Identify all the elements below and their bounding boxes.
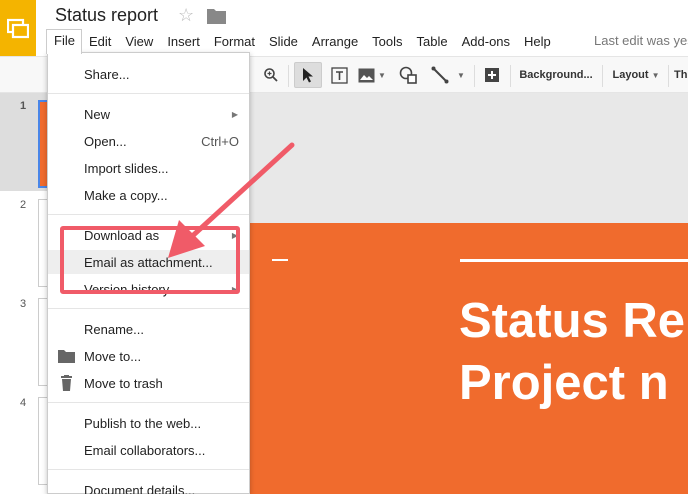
submenu-arrow-icon: ▶ bbox=[231, 109, 238, 119]
menu-file[interactable]: File bbox=[46, 28, 82, 54]
menu-edit[interactable]: Edit bbox=[89, 30, 111, 53]
menu-separator bbox=[48, 214, 249, 215]
menu-item-make-copy[interactable]: Make a copy... bbox=[48, 183, 249, 207]
menu-tools[interactable]: Tools bbox=[372, 30, 402, 53]
toolbar-separator bbox=[668, 65, 669, 87]
slides-logo[interactable] bbox=[0, 0, 36, 56]
menu-help[interactable]: Help bbox=[524, 30, 551, 53]
menu-item-label: Share... bbox=[84, 66, 130, 82]
text-box-button[interactable] bbox=[327, 62, 351, 88]
menu-item-rename[interactable]: Rename... bbox=[48, 317, 249, 341]
menu-insert[interactable]: Insert bbox=[167, 30, 200, 53]
background-button[interactable]: Background... bbox=[514, 62, 598, 88]
menu-separator bbox=[48, 93, 249, 94]
chevron-down-icon: ▼ bbox=[651, 70, 660, 80]
menu-item-share[interactable]: Share... bbox=[48, 62, 249, 86]
theme-button[interactable]: Th bbox=[674, 62, 688, 88]
menu-table[interactable]: Table bbox=[417, 30, 448, 53]
select-tool-button[interactable] bbox=[294, 62, 322, 88]
theme-label: Th bbox=[674, 69, 688, 81]
menu-item-label: New bbox=[84, 106, 111, 122]
menu-item-label: Move to trash bbox=[84, 375, 163, 391]
menu-item-label: Publish to the web... bbox=[84, 415, 202, 431]
line-button[interactable]: ▼ bbox=[428, 62, 468, 88]
layout-button[interactable]: Layout ▼ bbox=[608, 62, 664, 88]
zoom-icon bbox=[264, 68, 278, 82]
toolbar-separator bbox=[288, 65, 289, 87]
shortcut-label: Ctrl+O bbox=[201, 133, 239, 149]
menu-slide[interactable]: Slide bbox=[269, 30, 298, 53]
slide-number: 3 bbox=[20, 298, 27, 310]
menu-item-new[interactable]: New ▶ bbox=[48, 102, 249, 126]
slide-title-line-1: Status Re bbox=[459, 294, 686, 348]
menu-item-label: Make a copy... bbox=[84, 187, 168, 203]
menu-item-move-to[interactable]: Move to... bbox=[48, 344, 249, 368]
menu-item-label: Open... bbox=[84, 133, 127, 149]
menu-item-open[interactable]: Open... Ctrl+O bbox=[48, 129, 249, 153]
image-button[interactable]: ▼ bbox=[355, 62, 389, 88]
menu-item-move-to-trash[interactable]: Move to trash bbox=[48, 371, 249, 395]
menu-view[interactable]: View bbox=[125, 30, 153, 53]
text-box-icon bbox=[330, 66, 348, 84]
slide-dash-decoration bbox=[272, 259, 288, 261]
menu-addons[interactable]: Add-ons bbox=[462, 30, 510, 53]
new-comment-button[interactable] bbox=[481, 62, 503, 88]
menu-separator bbox=[48, 308, 249, 309]
trash-icon bbox=[61, 375, 72, 391]
last-edit-status[interactable]: Last edit was yes bbox=[594, 33, 688, 48]
slide-number: 1 bbox=[20, 100, 27, 112]
layout-label: Layout bbox=[612, 69, 649, 81]
menubar: File Edit View Insert Format Slide Arran… bbox=[46, 28, 551, 54]
document-title[interactable]: Status report bbox=[55, 5, 158, 26]
menu-item-import-slides[interactable]: Import slides... bbox=[48, 156, 249, 180]
slide-number: 2 bbox=[20, 199, 27, 211]
slide-rule-decoration bbox=[460, 259, 688, 262]
menu-format[interactable]: Format bbox=[214, 30, 255, 53]
menu-arrange[interactable]: Arrange bbox=[312, 30, 358, 53]
menu-item-label: Email collaborators... bbox=[84, 442, 206, 458]
slides-logo-icon bbox=[7, 18, 29, 39]
folder-icon bbox=[58, 350, 75, 363]
menu-item-document-details[interactable]: Document details... bbox=[48, 478, 249, 494]
zoom-button[interactable] bbox=[260, 62, 282, 88]
menu-item-email-collaborators[interactable]: Email collaborators... bbox=[48, 438, 249, 462]
chevron-down-icon: ▼ bbox=[378, 70, 386, 80]
menu-separator bbox=[48, 402, 249, 403]
annotation-highlight-box bbox=[60, 226, 240, 294]
menu-item-label: Rename... bbox=[84, 321, 144, 337]
toolbar-separator bbox=[602, 65, 603, 87]
shape-button[interactable] bbox=[396, 62, 420, 88]
slide-title-line-2: Project n bbox=[459, 356, 669, 410]
star-outline-icon[interactable]: ☆ bbox=[178, 5, 194, 26]
cursor-arrow-icon bbox=[303, 68, 313, 83]
image-icon bbox=[358, 68, 375, 82]
line-icon bbox=[431, 66, 449, 84]
toolbar-separator bbox=[474, 65, 475, 87]
add-comment-icon bbox=[485, 68, 499, 82]
shape-icon bbox=[399, 66, 417, 84]
menu-item-publish[interactable]: Publish to the web... bbox=[48, 411, 249, 435]
chevron-down-icon: ▼ bbox=[457, 70, 465, 80]
slide-number: 4 bbox=[20, 397, 27, 409]
menu-separator bbox=[48, 469, 249, 470]
menu-item-label: Import slides... bbox=[84, 160, 169, 176]
folder-icon[interactable] bbox=[207, 7, 226, 24]
menu-item-label: Move to... bbox=[84, 348, 142, 364]
slide-title[interactable]: Status Re Project n bbox=[459, 290, 685, 414]
menu-item-label: Document details... bbox=[84, 482, 196, 494]
toolbar-separator bbox=[510, 65, 511, 87]
background-label: Background... bbox=[519, 69, 593, 81]
